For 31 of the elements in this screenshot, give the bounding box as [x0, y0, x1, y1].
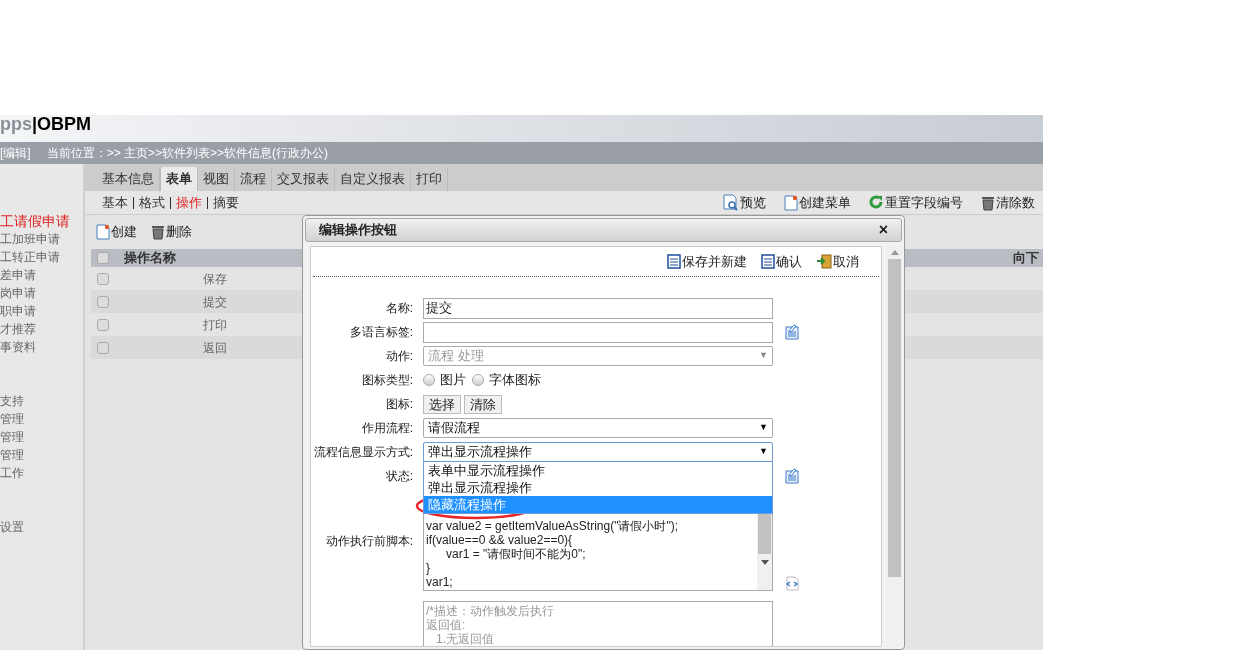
code-line: /*描述：动作触发后执行	[426, 604, 554, 618]
code-line: if(value==0 && value2==0){	[426, 533, 573, 547]
code-line: var1;	[426, 575, 453, 589]
dialog-title: 编辑操作按钮	[319, 221, 397, 240]
breadcrumb-path: >> 主页>>软件列表>>软件信息(行政办公)	[106, 145, 329, 162]
breadcrumb-label: 当前位置：	[46, 145, 107, 162]
code-line: 1.无返回值	[435, 632, 494, 646]
field-label: 状态:	[384, 468, 413, 485]
code-line: }	[426, 561, 430, 575]
code-line: var1 = "请假时间不能为0";	[445, 547, 586, 561]
code-line: var value2 = getItemValueAsString("请假小时");	[426, 519, 679, 533]
logo: pps|OBPM	[0, 113, 92, 136]
field-label: 多语言标签:	[348, 324, 413, 341]
table-cell-text: 提交	[202, 293, 228, 311]
field-label: 流程信息显示方式:	[312, 444, 413, 461]
column-header: 操作名称	[123, 249, 177, 267]
dropdown-arrow: ▼	[759, 349, 768, 363]
dropdown-arrow: ▼	[759, 421, 768, 435]
field-label: 动作:	[384, 348, 413, 365]
field-label: 动作执行前脚本:	[324, 533, 413, 550]
field-label: 图标:	[384, 396, 413, 413]
table-cell-text: 打印	[202, 316, 228, 334]
column-header: 向下	[1013, 249, 1040, 267]
code-line: 返回值:	[426, 618, 466, 632]
table-cell-text: 返回	[202, 339, 228, 357]
edit-mode-label: [编辑]	[0, 145, 31, 162]
dropdown-arrow: ▼	[759, 445, 768, 459]
field-label: 图标类型:	[360, 372, 413, 389]
table-cell-text: 保存	[202, 270, 228, 288]
field-label: 作用流程:	[360, 420, 413, 437]
field-label: 名称:	[384, 300, 413, 317]
